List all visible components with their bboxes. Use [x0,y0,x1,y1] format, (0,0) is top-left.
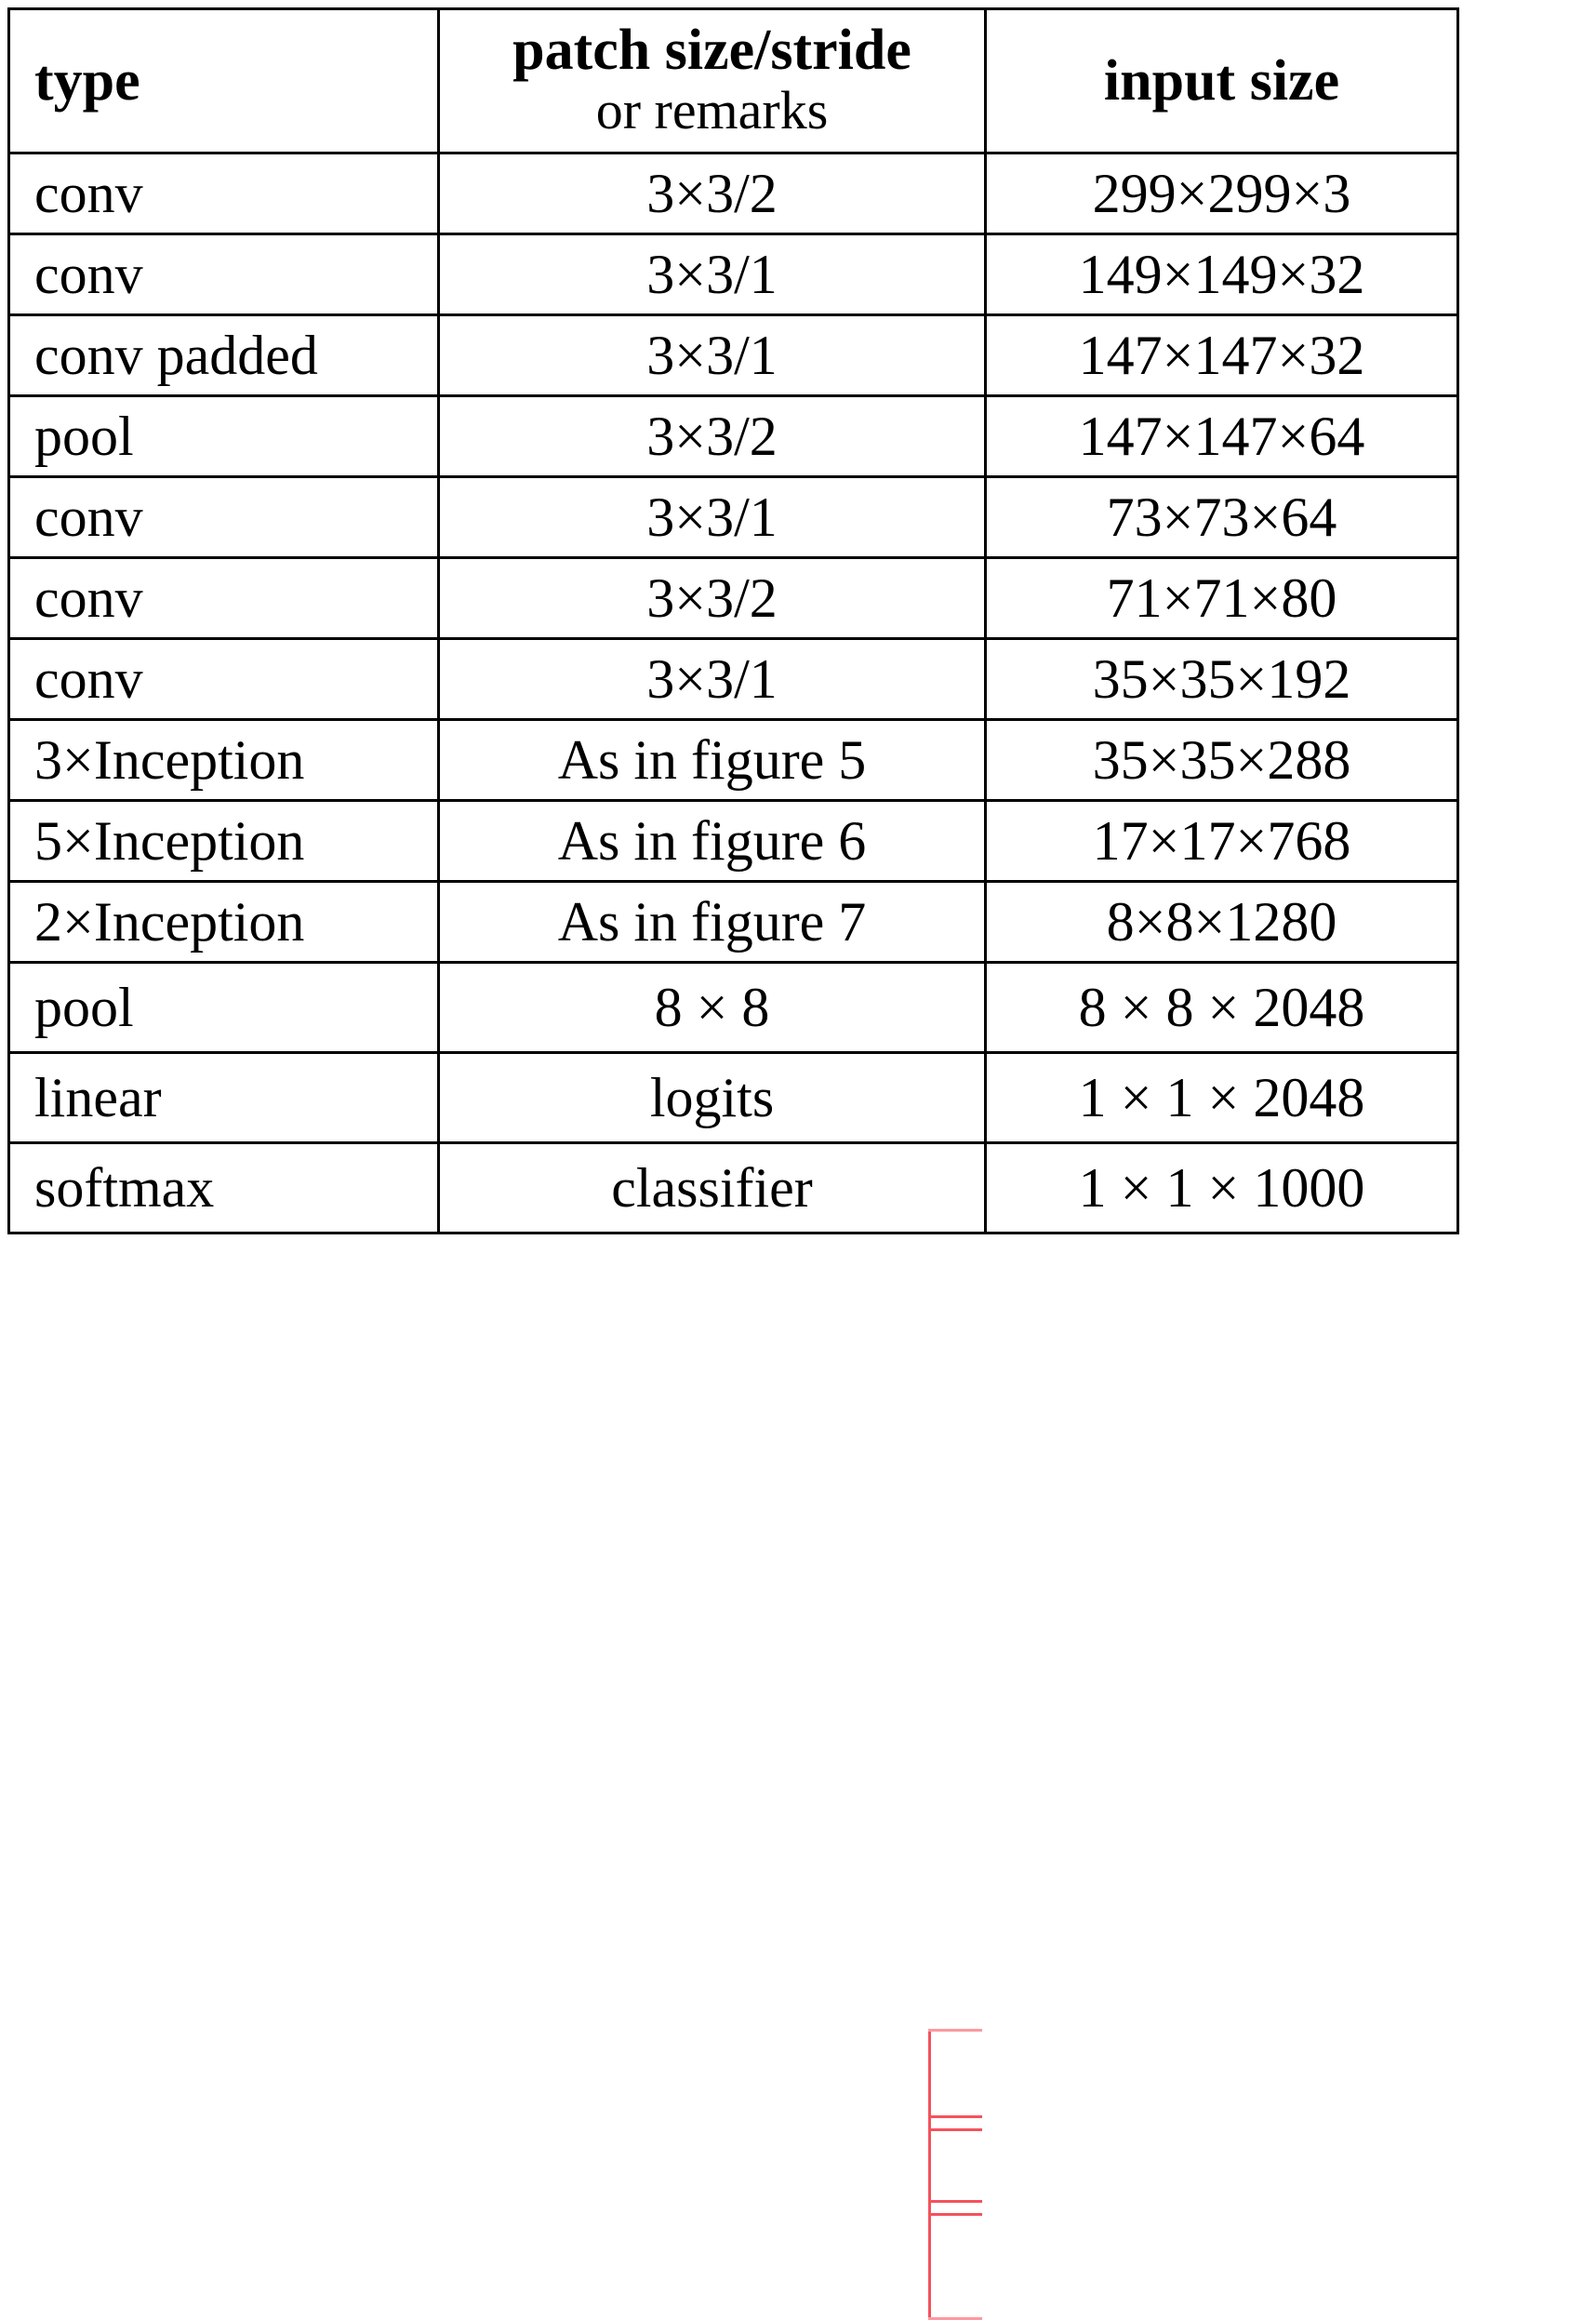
annotation-top-edge-7 [928,2213,982,2216]
table-row: pool 8 × 88 × 8 × 2048 [7,961,1459,1054]
column-header-patch-size-line1: patch size/stride [512,19,911,83]
cell-patch-size: 3×3/1 [437,637,987,721]
cell-layer-type: conv [7,233,440,316]
architecture-table: type patch size/stride or remarks input … [7,7,1459,1234]
cell-input-size: 35×35×288 [984,718,1459,802]
table-row: conv 3×3/2 71×71×80 [7,556,1459,640]
cell-patch-size: As in figure 7 [437,880,987,964]
annotation-top-edge-5 [928,2029,982,2032]
cell-layer-type: conv [7,152,440,235]
table-row: 3×Inception As in figure 5 35×35×288 [7,718,1459,802]
cell-layer-type: 2×Inception [7,880,440,964]
table-row: conv 3×3/1 149×149×32 [7,233,1459,316]
page-root: type patch size/stride or remarks input … [0,0,1596,2320]
cell-layer-type: pool [7,394,440,478]
cell-input-size: 147×147×32 [984,313,1459,397]
annotation-bottom-edge-5 [928,2115,982,2118]
annotation-bottom-edge-6 [928,2200,982,2203]
cell-input-size: 35×35×192 [984,637,1459,721]
table-row: pool 3×3/2 147×147×64 [7,394,1459,478]
cell-input-size: 17×17×768 [984,799,1459,883]
column-header-patch-size: patch size/stride or remarks [437,7,987,154]
cell-layer-type: pool [7,961,440,1054]
cell-patch-size: As in figure 6 [437,799,987,883]
architecture-table-container: type patch size/stride or remarks input … [7,7,1459,2320]
cell-patch-size: As in figure 5 [437,718,987,802]
cell-layer-type: conv [7,475,440,559]
column-header-patch-size-line2: or remarks [595,79,829,140]
cell-patch-size: 3×3/1 [437,233,987,316]
cell-patch-size: classifier [437,1141,987,1234]
cell-input-size: 299×299×3 [984,152,1459,235]
cell-input-size: 73×73×64 [984,475,1459,559]
cell-layer-type: conv [7,637,440,721]
cell-patch-size: 3×3/2 [437,394,987,478]
table-row: conv 3×3/2 299×299×3 [7,152,1459,235]
cell-input-size: 1 × 1 × 2048 [984,1051,1459,1144]
table-row: linear logits 1 × 1 × 2048 [7,1051,1459,1144]
cell-patch-size: 3×3/1 [437,475,987,559]
table-row: conv padded 3×3/1 147×147×32 [7,313,1459,397]
cell-patch-size: logits [437,1051,987,1144]
annotation-top-edge-6 [928,2128,982,2131]
cell-input-size: 149×149×32 [984,233,1459,316]
table-row: 2×Inception As in figure 7 8×8×1280 [7,880,1459,964]
cell-layer-type: softmax [7,1141,440,1234]
cell-input-size: 8×8×1280 [984,880,1459,964]
cell-layer-type: conv padded [7,313,440,397]
table-body: conv 3×3/2 299×299×3 conv 3×3/1 149×149×32 con… [7,152,1459,1234]
table-row: softmax classifier 1 × 1 × 1000 [7,1141,1459,1234]
cell-patch-size: 8 × 8 [437,961,987,1054]
column-header-type: type [7,7,440,154]
cell-patch-size: 3×3/1 [437,313,987,397]
column-header-input-size: input size [984,7,1459,154]
annotation-left-edge [928,2029,931,2320]
table-row: conv 3×3/1 35×35×192 [7,637,1459,721]
header-row: type patch size/stride or remarks input … [7,7,1459,154]
cell-input-size: 147×147×64 [984,394,1459,478]
table-header: type patch size/stride or remarks input … [7,7,1459,154]
table-row: conv 3×3/1 73×73×64 [7,475,1459,559]
cell-input-size: 8 × 8 × 2048 [984,961,1459,1054]
cell-layer-type: 5×Inception [7,799,440,883]
cell-patch-size: 3×3/2 [437,152,987,235]
cell-layer-type: conv [7,556,440,640]
table-row: 5×Inception As in figure 6 17×17×768 [7,799,1459,883]
cell-layer-type: 3×Inception [7,718,440,802]
cell-input-size: 71×71×80 [984,556,1459,640]
cell-input-size: 1 × 1 × 1000 [984,1141,1459,1234]
cell-layer-type: linear [7,1051,440,1144]
cell-patch-size: 3×3/2 [437,556,987,640]
